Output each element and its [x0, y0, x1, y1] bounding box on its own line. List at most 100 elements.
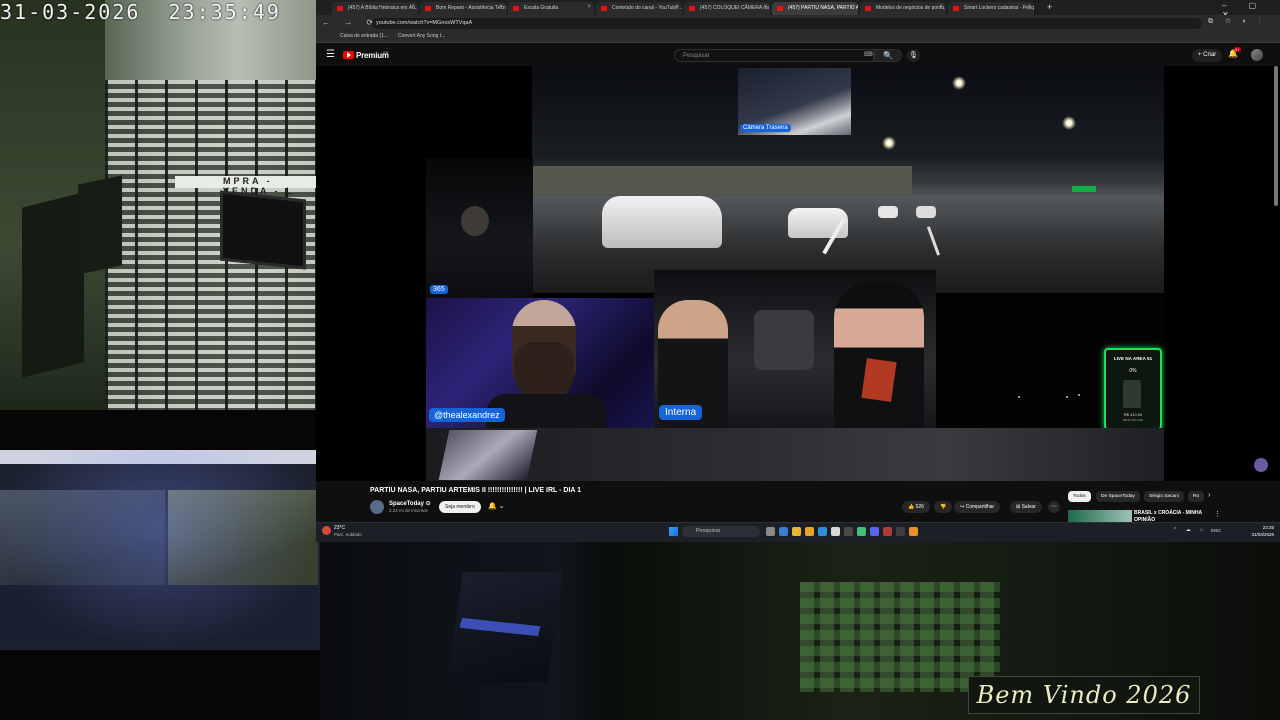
weather-icon[interactable] — [322, 526, 331, 535]
close-icon[interactable]: × — [411, 4, 415, 10]
task-view-icon[interactable] — [766, 527, 775, 536]
interior-camera-label: Interna — [659, 405, 703, 420]
chip-sergio-sacani[interactable]: Sérgio Sacani — [1144, 491, 1184, 502]
close-icon[interactable]: × — [851, 4, 855, 10]
recommended-menu-icon[interactable]: ⋮ — [1214, 510, 1221, 518]
more-actions-button[interactable]: ⋯ — [1048, 501, 1060, 513]
app-red-icon[interactable] — [883, 527, 892, 536]
tab-4[interactable]: Conteúdo do canal - YouTube ... × — [596, 2, 682, 15]
tab-label: (457) PARTIU NASA, PARTIU AR... — [788, 5, 858, 11]
tab-7[interactable]: Modelos de negócios de pontu... × — [860, 2, 946, 15]
tab-label: Bom Reparo - Assistência Técni... — [436, 5, 506, 11]
close-icon[interactable]: × — [763, 4, 767, 10]
search-input[interactable]: Pesquisar — [674, 49, 874, 62]
terminal-icon[interactable] — [844, 527, 853, 536]
weather-temperature[interactable]: 23°C — [334, 525, 345, 531]
tab-2[interactable]: Bom Reparo - Assistência Técni... × — [420, 2, 506, 15]
tab-1[interactable]: (457) A Bíblia Hebraica em Áu... × — [332, 2, 418, 15]
lane-marking — [926, 226, 941, 256]
dashboard-view — [426, 428, 1164, 481]
live-goal-amount: R$ 410,00 — [1123, 412, 1143, 417]
street-light — [952, 76, 966, 90]
shirt-print — [861, 358, 897, 402]
keyboard-icon[interactable]: ⌨ — [864, 51, 873, 58]
vscode-icon[interactable] — [818, 527, 827, 536]
night-light-dot — [1018, 396, 1020, 398]
road-bridge — [532, 166, 912, 194]
start-icon[interactable] — [669, 527, 678, 536]
road-sign-green — [1072, 186, 1096, 192]
close-icon[interactable]: × — [1027, 4, 1031, 10]
page-scrollbar[interactable] — [1274, 66, 1278, 206]
avatar[interactable] — [1251, 49, 1263, 61]
clock-time[interactable]: 23:35 — [1252, 525, 1274, 530]
system-tray[interactable]: ^ ☁ ⌂ — [1174, 527, 1207, 533]
distant-car — [916, 206, 936, 218]
subscription-bell-icon[interactable]: 🔔 ⌄ — [488, 502, 505, 510]
chrome-icon[interactable] — [792, 527, 801, 536]
night-light-dot — [1078, 394, 1080, 396]
join-button[interactable]: Seja membro — [439, 501, 481, 513]
tab-favicon-icon — [865, 6, 871, 11]
cctv-tv-left — [22, 192, 84, 378]
channel-avatar[interactable] — [370, 500, 384, 514]
weather-description[interactable]: Parc. nublado — [334, 532, 362, 537]
camera-365-view — [426, 158, 533, 298]
app-green-icon[interactable] — [857, 527, 866, 536]
create-button[interactable]: + Criar — [1192, 49, 1223, 62]
region-code: BR — [383, 50, 389, 55]
language-indicator[interactable]: ENG — [1211, 528, 1221, 533]
tab-favicon-icon — [425, 6, 431, 11]
close-icon[interactable]: × — [675, 4, 679, 10]
bookmark-convert-song[interactable]: Convert Any Song t... — [398, 33, 445, 39]
tab-label: (457) A Bíblia Hebraica em Áu... — [348, 5, 418, 11]
save-button[interactable]: ⊞ Salvar — [1010, 501, 1042, 513]
tab-3[interactable]: Escala Gratuita × — [508, 2, 594, 15]
url-input[interactable]: youtube.com/watch?v=MGnosWTVqaA — [372, 18, 1202, 29]
secondary-monitor-feed — [0, 410, 320, 720]
channel-watermark[interactable] — [1254, 458, 1268, 472]
play-icon — [347, 52, 351, 58]
rear-seat — [754, 310, 814, 370]
nav-buttons[interactable]: ← → ⟳ — [322, 18, 379, 27]
tab-favicon-icon — [601, 6, 607, 11]
share-button[interactable]: ↪ Compartilhar — [954, 501, 1001, 513]
chip-all[interactable]: Todos — [1068, 491, 1091, 502]
browser-edge-icon[interactable] — [779, 527, 788, 536]
tab-6[interactable]: (457) PARTIU NASA, PARTIU AR...× — [772, 2, 858, 15]
tab-5[interactable]: (457) COLOQUEI CÂMERA na ... × — [684, 2, 770, 15]
chip-more[interactable]: Ro — [1188, 491, 1205, 502]
close-icon[interactable]: × — [939, 4, 943, 10]
streamer-label: @thealexandrez — [429, 408, 505, 422]
obs-icon[interactable] — [896, 527, 905, 536]
bookmarks-bar — [316, 31, 1280, 43]
mic-icon[interactable]: 🎙 — [907, 49, 920, 62]
live-goal-percent: 0% — [1129, 368, 1137, 374]
taskbar-search-input[interactable]: Pesquisar — [682, 526, 760, 537]
passenger-right — [834, 282, 924, 428]
address-bar-icons[interactable]: ⧉ ☆ ◐ ⋮ — [1208, 18, 1266, 26]
chip-from-channel[interactable]: De SpaceToday — [1096, 491, 1140, 502]
live-goal-title: LIVE NA AREA 51 — [1113, 356, 1153, 361]
clock-date[interactable]: 31/03/2026 — [1244, 532, 1274, 537]
close-icon[interactable]: × — [499, 4, 503, 10]
bookmark-inbox[interactable]: Caixa de entrada (1... — [340, 33, 388, 39]
channel-name[interactable]: SpaceToday ⊙ — [389, 500, 431, 507]
discord-icon[interactable] — [870, 527, 879, 536]
street-light — [1062, 116, 1076, 130]
file-explorer-icon[interactable] — [805, 527, 814, 536]
dislike-button[interactable]: 👎 — [934, 501, 953, 513]
chevron-right-icon[interactable]: › — [1208, 492, 1210, 499]
close-icon[interactable]: × — [587, 4, 591, 10]
rear-camera-label: Câmera Traseira — [740, 124, 791, 132]
new-tab-button[interactable]: + — [1047, 2, 1052, 12]
menu-icon[interactable]: ☰ — [326, 49, 335, 60]
like-button[interactable]: 👍 526 — [902, 501, 930, 513]
search-button[interactable]: 🔍 — [874, 49, 902, 62]
cctv-tv-middle — [78, 175, 122, 275]
tab-8[interactable]: Smart Lockers cadastrat - Pesq... × — [948, 2, 1034, 15]
tab-label: Smart Lockers cadastrat - Pesq... — [964, 5, 1034, 11]
warning-app-icon[interactable] — [909, 527, 918, 536]
app-icon[interactable] — [831, 527, 840, 536]
tab-label: (457) COLOQUEI CÂMERA na ... — [700, 5, 770, 11]
